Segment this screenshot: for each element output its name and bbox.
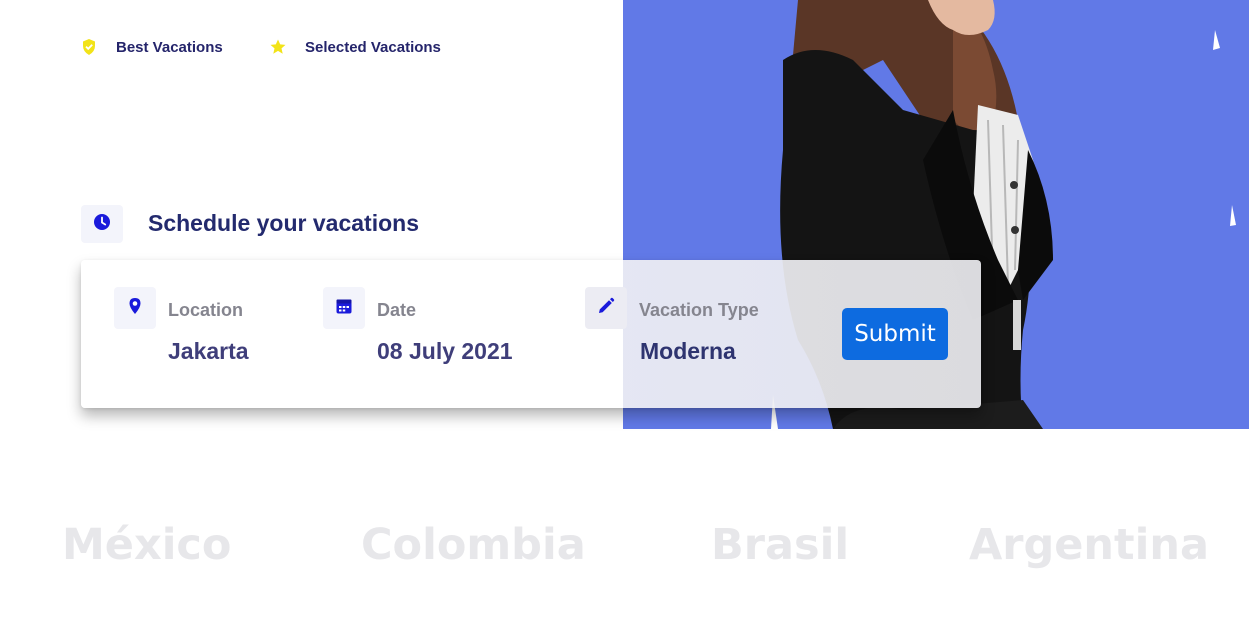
country-name: México [62, 520, 232, 570]
location-icon-box [114, 287, 156, 329]
badge-label: Best Vacations [116, 38, 223, 56]
vacation-type-icon-box [585, 287, 627, 329]
date-value[interactable]: 08 July 2021 [377, 338, 513, 365]
badge-selected-vacations: Selected Vacations [269, 38, 441, 56]
badge-best-vacations: Best Vacations [80, 38, 223, 56]
vacation-search-card: Location Jakarta Date 08 July 2021 Vacat… [81, 260, 981, 408]
pencil-icon [597, 297, 615, 320]
badge-label: Selected Vacations [305, 38, 441, 56]
vacation-type-value[interactable]: Moderna [640, 338, 736, 365]
schedule-icon-box [81, 205, 123, 243]
location-label: Location [168, 300, 243, 320]
date-label: Date [377, 300, 417, 320]
calendar-icon [335, 297, 353, 320]
location-value[interactable]: Jakarta [168, 338, 249, 365]
country-name: Colombia [361, 520, 586, 570]
country-list: México Colombia Brasil Argentina [0, 520, 1249, 580]
clock-icon [93, 213, 111, 236]
location-pin-icon [128, 297, 142, 320]
star-icon [269, 38, 287, 56]
vacation-type-label: Vacation Type [639, 300, 759, 320]
submit-button[interactable]: Submit [842, 308, 948, 360]
shield-check-icon [80, 38, 98, 56]
country-name: Argentina [969, 520, 1209, 570]
date-icon-box [323, 287, 365, 329]
schedule-title: Schedule your vacations [148, 210, 419, 236]
country-name: Brasil [711, 520, 850, 570]
